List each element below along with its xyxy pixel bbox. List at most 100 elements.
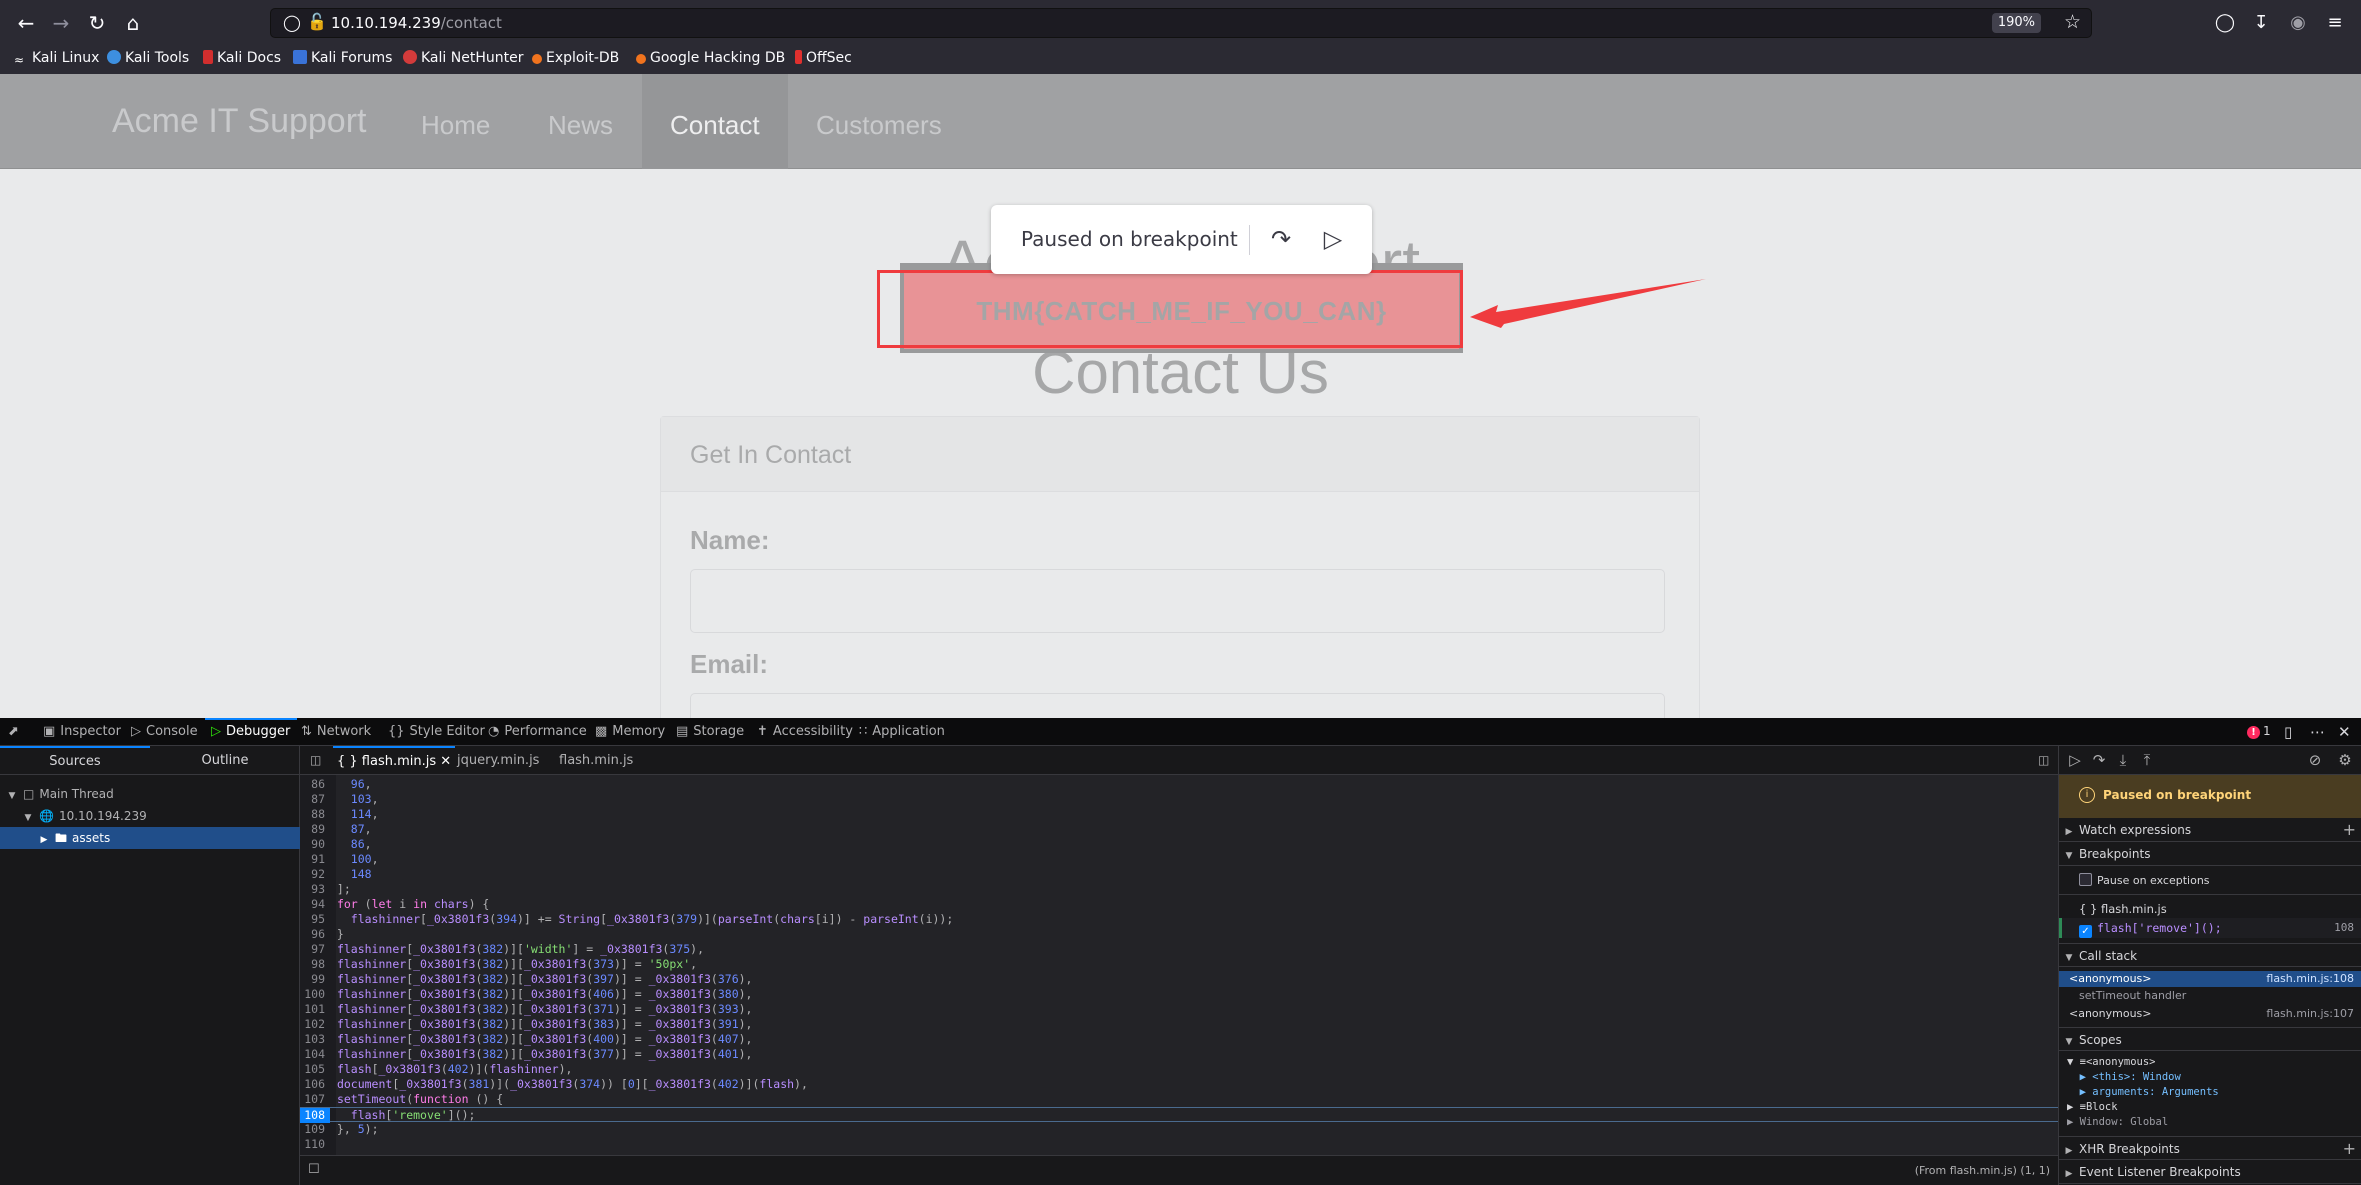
insecure-lock-icon[interactable]: 🔓 xyxy=(307,12,327,31)
line-number[interactable]: 98 xyxy=(300,957,330,972)
bookmark-kali-linux[interactable]: ≈ Kali Linux xyxy=(14,50,99,67)
pocket-icon[interactable]: ◯ xyxy=(2212,10,2238,36)
tab-outline[interactable]: Outline xyxy=(150,746,300,775)
tab-accessibility[interactable]: ✝ Accessibility xyxy=(757,718,853,746)
more-options-icon[interactable]: ⋯ xyxy=(2310,718,2325,746)
tab-performance[interactable]: ◔ Performance xyxy=(488,718,587,746)
tab-sources[interactable]: Sources xyxy=(0,746,150,775)
code-line[interactable]: 106 document[_0x3801f3(381)](_0x3801f3(3… xyxy=(300,1077,2058,1092)
error-count-badge[interactable]: ! 1 xyxy=(2247,724,2271,739)
tree-item-host[interactable]: ▼ 🌐 10.10.194.239 xyxy=(0,805,300,827)
call-stack-header[interactable]: ▼ Call stack xyxy=(2059,943,2361,967)
tree-item-main-thread[interactable]: ▼ □ Main Thread xyxy=(0,783,300,805)
tab-inspector[interactable]: ▣ Inspector xyxy=(43,718,121,746)
watch-expressions-header[interactable]: ▶ Watch expressions + xyxy=(2059,818,2361,842)
code-line[interactable]: 107 setTimeout(function () { xyxy=(300,1092,2058,1107)
line-number[interactable]: 95 xyxy=(300,912,330,927)
scope-item[interactable]: ▶ <this>: Window xyxy=(2059,1070,2361,1085)
code-line[interactable]: 88 114, xyxy=(300,807,2058,822)
code-line[interactable]: 96 } xyxy=(300,927,2058,942)
tab-console[interactable]: ▷ Console xyxy=(131,718,198,746)
line-number[interactable]: 99 xyxy=(300,972,330,987)
forward-button[interactable]: → xyxy=(47,10,75,36)
tab-network[interactable]: ⇅ Network xyxy=(301,718,371,746)
line-number[interactable]: 91 xyxy=(300,852,330,867)
code-line[interactable]: 103 flashinner[_0x3801f3(382)][_0x3801f3… xyxy=(300,1032,2058,1047)
menu-icon[interactable]: ≡ xyxy=(2322,10,2348,36)
line-number[interactable]: 97 xyxy=(300,942,330,957)
breakpoint-item[interactable]: ✓ flash['remove'](); 108 xyxy=(2059,918,2361,938)
line-number[interactable]: 104 xyxy=(300,1047,330,1062)
code-line[interactable]: 98 flashinner[_0x3801f3(382)][_0x3801f3(… xyxy=(300,957,2058,972)
code-line[interactable]: 101 flashinner[_0x3801f3(382)][_0x3801f3… xyxy=(300,1002,2058,1017)
step-over-button[interactable]: ↷ xyxy=(1264,221,1298,257)
line-number[interactable]: 89 xyxy=(300,822,330,837)
add-watch-icon[interactable]: + xyxy=(2343,818,2356,842)
scopes-header[interactable]: ▼ Scopes xyxy=(2059,1027,2361,1051)
tab-storage[interactable]: ▤ Storage xyxy=(676,718,744,746)
back-button[interactable]: ← xyxy=(12,10,40,36)
code-line[interactable]: 92 148 xyxy=(300,867,2058,882)
tree-item-assets[interactable]: ▶ 🖿 assets xyxy=(0,827,300,849)
settings-gear-icon[interactable]: ⚙ xyxy=(2333,746,2357,775)
close-devtools-icon[interactable]: ✕ xyxy=(2338,718,2351,746)
pause-on-exceptions-checkbox[interactable] xyxy=(2079,873,2092,886)
scope-item[interactable]: ▶ Window: Global xyxy=(2059,1115,2361,1130)
step-in-icon[interactable]: ⤓ xyxy=(2111,746,2135,775)
code-line[interactable]: 89 87, xyxy=(300,822,2058,837)
bookmark-kali-tools[interactable]: Kali Tools xyxy=(107,50,189,66)
name-input[interactable] xyxy=(690,569,1665,633)
url-bar[interactable]: ◯ 🔓 10.10.194.239/contact 190% ☆ xyxy=(270,8,2092,38)
file-tab-flash-pretty[interactable]: { } flash.min.js ✕ xyxy=(333,746,456,775)
line-number[interactable]: 102 xyxy=(300,1017,330,1032)
file-tab-flash[interactable]: flash.min.js xyxy=(559,746,633,775)
line-number[interactable]: 109 xyxy=(300,1122,330,1137)
line-number[interactable]: 105 xyxy=(300,1062,330,1077)
code-line[interactable]: 95 flashinner[_0x3801f3(394)] += String[… xyxy=(300,912,2058,927)
resume-icon[interactable]: ▷ xyxy=(2063,746,2087,775)
breakpoints-header[interactable]: ▼ Breakpoints xyxy=(2059,842,2361,866)
event-listener-breakpoints-header[interactable]: ▶ Event Listener Breakpoints xyxy=(2059,1160,2361,1184)
scope-item[interactable]: ▼ ≡<anonymous> xyxy=(2059,1055,2361,1070)
tab-style-editor[interactable]: {} Style Editor xyxy=(388,718,485,746)
line-number[interactable]: 90 xyxy=(300,837,330,852)
code-line-paused[interactable]: 108 flash['remove'](); xyxy=(300,1107,2058,1123)
line-number[interactable]: 103 xyxy=(300,1032,330,1047)
step-over-icon[interactable]: ↷ xyxy=(2087,746,2111,775)
nav-link-contact[interactable]: Contact xyxy=(670,110,760,141)
line-number[interactable]: 108 xyxy=(300,1108,330,1123)
tab-debugger[interactable]: ▷ Debugger xyxy=(211,718,290,746)
downloads-icon[interactable]: ↧ xyxy=(2248,10,2274,36)
shield-icon[interactable]: ◯ xyxy=(283,13,301,32)
code-line[interactable]: 97 flashinner[_0x3801f3(382)]['width'] =… xyxy=(300,942,2058,957)
line-number[interactable]: 87 xyxy=(300,792,330,807)
email-input[interactable] xyxy=(690,693,1665,718)
tab-memory[interactable]: ▩ Memory xyxy=(595,718,665,746)
xhr-breakpoints-header[interactable]: ▶ XHR Breakpoints + xyxy=(2059,1136,2361,1160)
code-line[interactable]: 102 flashinner[_0x3801f3(382)][_0x3801f3… xyxy=(300,1017,2058,1032)
code-line[interactable]: 86 96, xyxy=(300,777,2058,792)
line-number[interactable]: 110 xyxy=(300,1137,330,1152)
home-button[interactable]: ⌂ xyxy=(119,10,147,36)
code-line[interactable]: 99 flashinner[_0x3801f3(382)][_0x3801f3(… xyxy=(300,972,2058,987)
responsive-mode-icon[interactable]: ▯ xyxy=(2284,718,2292,746)
bookmark-kali-forums[interactable]: Kali Forums xyxy=(293,50,392,66)
line-number[interactable]: 107 xyxy=(300,1092,330,1107)
code-editor[interactable]: 86 96, 87 103, 88 114, 89 87, 90 86, 91 100, 9… xyxy=(300,775,2058,1155)
nav-link-home[interactable]: Home xyxy=(421,110,490,141)
code-line[interactable]: 104 flashinner[_0x3801f3(382)][_0x3801f3… xyxy=(300,1047,2058,1062)
site-brand[interactable]: Acme IT Support xyxy=(112,102,367,141)
bookmark-kali-nethunter[interactable]: Kali NetHunter xyxy=(403,50,523,66)
bookmark-offsec[interactable]: OffSec xyxy=(795,50,852,66)
toggle-debugger-pane-icon[interactable]: ◫ xyxy=(2038,746,2049,775)
call-stack-frame[interactable]: <anonymous> flash.min.js:108 xyxy=(2059,971,2361,987)
account-icon[interactable]: ◉ xyxy=(2285,10,2311,36)
prettify-icon[interactable]: ☐ xyxy=(308,1162,320,1177)
url-text[interactable]: 10.10.194.239/contact xyxy=(331,14,502,32)
code-line[interactable]: 100 flashinner[_0x3801f3(382)][_0x3801f3… xyxy=(300,987,2058,1002)
scope-item[interactable]: ▶ ≡Block xyxy=(2059,1100,2361,1115)
code-line[interactable]: 90 86, xyxy=(300,837,2058,852)
line-number[interactable]: 93 xyxy=(300,882,330,897)
bookmark-star-icon[interactable]: ☆ xyxy=(2064,11,2081,33)
toggle-sources-pane-icon[interactable]: ◫ xyxy=(310,746,321,775)
